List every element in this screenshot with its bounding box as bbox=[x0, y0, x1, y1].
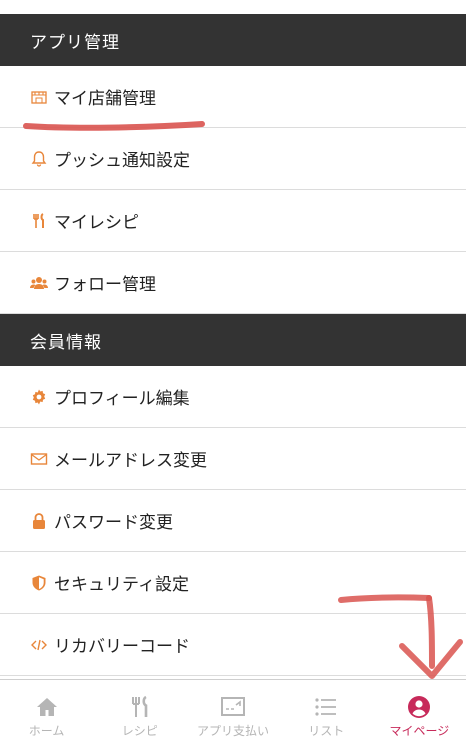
nav-label: ホーム bbox=[28, 724, 65, 738]
menu-item-label: プッシュ通知設定 bbox=[54, 151, 190, 171]
shield-icon bbox=[30, 574, 48, 592]
menu-item-label: セキュリティ設定 bbox=[54, 575, 189, 595]
menu-item-email-change[interactable]: メールアドレス変更 bbox=[0, 428, 466, 490]
section-title: 会員情報 bbox=[30, 332, 102, 353]
section-header-member-info: 会員情報 bbox=[0, 314, 466, 366]
menu-item-profile-edit[interactable]: プロフィール編集 bbox=[0, 366, 466, 428]
menu-item-label: マイ店舗管理 bbox=[54, 89, 156, 109]
gear-icon bbox=[30, 388, 48, 406]
menu-item-label: メールアドレス変更 bbox=[54, 451, 207, 471]
users-icon bbox=[30, 274, 48, 292]
nav-my-page[interactable]: マイページ bbox=[373, 680, 466, 752]
fork-knife-icon bbox=[30, 212, 48, 230]
list-icon bbox=[315, 698, 337, 716]
payment-icon bbox=[221, 697, 245, 716]
nav-label: リスト bbox=[308, 724, 345, 738]
menu-item-password-change[interactable]: パスワード変更 bbox=[0, 490, 466, 552]
menu-item-my-recipe[interactable]: マイレシピ bbox=[0, 190, 466, 252]
menu-item-label: リカバリーコード bbox=[54, 637, 190, 657]
menu-item-follow-management[interactable]: フォロー管理 bbox=[0, 252, 466, 314]
nav-app-payment[interactable]: アプリ支払い bbox=[186, 680, 279, 752]
menu-item-label: プロフィール編集 bbox=[54, 389, 190, 409]
section-title: アプリ管理 bbox=[30, 32, 120, 53]
nav-recipe[interactable]: レシピ bbox=[93, 680, 186, 752]
menu-item-push-notification[interactable]: プッシュ通知設定 bbox=[0, 128, 466, 190]
code-icon bbox=[30, 636, 48, 654]
envelope-icon bbox=[30, 450, 48, 468]
nav-home[interactable]: ホーム bbox=[0, 680, 93, 752]
nav-label: アプリ支払い bbox=[197, 724, 270, 738]
home-icon bbox=[36, 698, 57, 716]
lock-icon bbox=[30, 512, 48, 530]
section-header-app-management: アプリ管理 bbox=[0, 14, 466, 66]
red-arrow-annotation bbox=[338, 594, 463, 679]
menu-item-label: マイレシピ bbox=[54, 213, 139, 233]
nav-label: レシピ bbox=[121, 724, 158, 738]
menu-item-label: パスワード変更 bbox=[54, 513, 173, 533]
bottom-navigation: ホーム レシピ アプリ支払い リスト マイページ bbox=[0, 679, 466, 752]
nav-list[interactable]: リスト bbox=[280, 680, 373, 752]
user-circle-icon bbox=[408, 696, 431, 718]
store-icon bbox=[30, 88, 48, 106]
nav-label: マイページ bbox=[389, 724, 450, 738]
red-underline-annotation bbox=[23, 121, 205, 131]
menu-item-label: フォロー管理 bbox=[54, 275, 156, 295]
fork-knife-icon bbox=[131, 695, 148, 717]
section-app-management: アプリ管理 マイ店舗管理 プッシュ通知設定 マイレシピ フォロー管理 bbox=[0, 14, 466, 314]
top-strip bbox=[0, 0, 466, 14]
bell-icon bbox=[30, 150, 48, 168]
